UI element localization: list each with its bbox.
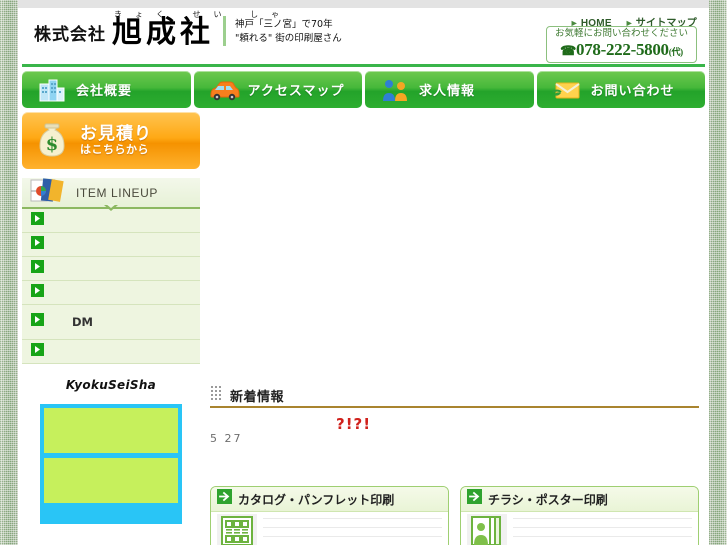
site-header: 株式会社 きょく せい しゃ 旭成社 神戸「三ノ宮」で70年 "頼れる" 街の印… xyxy=(18,8,709,64)
rule-line xyxy=(263,536,442,537)
news-entry-row[interactable]: 5 27 ?!?! xyxy=(210,408,699,454)
nav-item-recruit-label: 求人情報 xyxy=(419,84,476,99)
logo-tagline: 神戸「三ノ宮」で70年 "頼れる" 街の印刷屋さん xyxy=(235,18,342,48)
building-icon xyxy=(36,77,68,103)
green-arrow-icon xyxy=(31,259,44,278)
logo-name: 旭成社 xyxy=(112,15,214,50)
item-lineup-menu: DM xyxy=(22,209,200,364)
phone-suffix: (代) xyxy=(668,46,683,57)
service-card-flyer-body xyxy=(461,512,698,545)
sidebar: $ お見積り はこちらから ITEM LINEUP DM KyokuSeiSha xyxy=(22,112,200,545)
hero-banner-placeholder xyxy=(204,112,705,384)
rule-line xyxy=(513,527,692,528)
news-section-header: 新着情報 xyxy=(210,384,699,408)
rule-line xyxy=(513,518,692,519)
news-section-title: 新着情報 xyxy=(230,389,285,405)
left-texture-strip xyxy=(0,0,18,545)
menu-item-2[interactable] xyxy=(22,233,200,257)
phone-box[interactable]: お気軽にお問い合わせください ☎078-222-5800(代) xyxy=(545,26,697,64)
promo-band-2 xyxy=(44,458,178,503)
service-card-catalog-header: カタログ・パンフレット印刷 xyxy=(211,487,448,512)
dot-grid-icon xyxy=(210,385,224,406)
tagline-line-2: "頼れる" 街の印刷屋さん xyxy=(235,33,342,45)
money-bag-icon: $ xyxy=(30,116,74,165)
phone-lead: お気軽にお問い合わせください xyxy=(554,28,688,39)
quote-banner-line-2: はこちらから xyxy=(80,142,149,156)
service-card-catalog-lines xyxy=(263,518,442,545)
nav-item-access-map[interactable]: アクセスマップ xyxy=(193,71,362,108)
documents-icon xyxy=(28,176,68,209)
service-card-flyer[interactable]: チラシ・ポスター印刷 xyxy=(460,486,699,545)
telephone-icon: ☎ xyxy=(560,42,577,58)
logo-name-block: きょく せい しゃ 旭成社 xyxy=(112,10,279,50)
car-icon xyxy=(208,77,240,103)
green-arrow-icon xyxy=(31,342,44,361)
quote-request-banner[interactable]: $ お見積り はこちらから xyxy=(22,112,200,169)
svg-text:$: $ xyxy=(46,134,59,155)
menu-item-3[interactable] xyxy=(22,257,200,281)
tagline-line-1: 神戸「三ノ宮」で70年 xyxy=(235,19,333,31)
lineup-notch-inner xyxy=(106,204,116,208)
envelope-icon xyxy=(551,77,583,103)
page-root: 株式会社 きょく せい しゃ 旭成社 神戸「三ノ宮」で70年 "頼れる" 街の印… xyxy=(0,0,727,545)
service-card-flyer-header: チラシ・ポスター印刷 xyxy=(461,487,698,512)
green-arrow-icon xyxy=(31,235,44,254)
menu-item-4[interactable] xyxy=(22,281,200,305)
right-texture-strip xyxy=(709,0,727,545)
catalog-grid-thumb xyxy=(217,514,257,545)
people-icon xyxy=(379,77,411,103)
news-entry-date: 5 27 xyxy=(210,432,243,445)
nav-item-contact[interactable]: お問い合わせ xyxy=(536,71,705,108)
logo-divider xyxy=(223,16,226,46)
service-card-catalog-label: カタログ・パンフレット印刷 xyxy=(238,492,395,507)
phone-number: 078-222-5800 xyxy=(576,39,669,59)
main-column: 新着情報 5 27 ?!?! カタログ・パンフレット印刷 チラシ・ポスター印刷 xyxy=(204,112,705,545)
rule-line xyxy=(513,536,692,537)
promo-band-1 xyxy=(44,408,178,453)
item-lineup-header: ITEM LINEUP xyxy=(22,176,200,211)
news-entry-text: ?!?! xyxy=(336,415,372,433)
person-poster-thumb xyxy=(467,514,507,545)
nav-item-access-map-label: アクセスマップ xyxy=(247,84,345,99)
rule-line xyxy=(263,527,442,528)
rule-line xyxy=(263,518,442,519)
green-arrow-icon xyxy=(31,211,44,230)
green-arrow-icon xyxy=(31,313,44,331)
quote-banner-text: お見積り はこちらから xyxy=(80,123,152,156)
nav-item-company[interactable]: 会社概要 xyxy=(22,71,191,108)
sidebar-promo-box[interactable] xyxy=(40,404,182,524)
nav-item-contact-label: お問い合わせ xyxy=(590,84,675,99)
service-card-flyer-lines xyxy=(513,518,692,545)
service-card-catalog-body xyxy=(211,512,448,545)
item-lineup-label: ITEM LINEUP xyxy=(76,185,158,200)
arrow-box-icon xyxy=(467,489,482,509)
logo-furigana: きょく せい しゃ xyxy=(114,10,293,19)
menu-item-dm-label: DM xyxy=(72,315,93,329)
menu-item-dm[interactable]: DM xyxy=(22,305,200,340)
green-arrow-icon xyxy=(31,283,44,302)
menu-item-6[interactable] xyxy=(22,340,200,364)
header-green-rule xyxy=(22,64,705,67)
sidebar-brandmark: KyokuSeiSha xyxy=(65,378,157,392)
primary-nav: 会社概要 アクセスマップ 求人情報 お問い合わせ xyxy=(22,71,705,108)
nav-item-recruit[interactable]: 求人情報 xyxy=(365,71,534,108)
page-content: 株式会社 きょく せい しゃ 旭成社 神戸「三ノ宮」で70年 "頼れる" 街の印… xyxy=(18,8,709,545)
quote-banner-line-1: お見積り xyxy=(80,123,152,144)
site-logo[interactable]: 株式会社 きょく せい しゃ 旭成社 神戸「三ノ宮」で70年 "頼れる" 街の印… xyxy=(34,10,342,50)
nav-item-company-label: 会社概要 xyxy=(76,84,133,99)
top-grey-bar xyxy=(0,0,727,8)
menu-item-1[interactable] xyxy=(22,209,200,233)
phone-number-row: ☎078-222-5800(代) xyxy=(555,40,688,60)
service-card-catalog[interactable]: カタログ・パンフレット印刷 xyxy=(210,486,449,545)
service-card-flyer-label: チラシ・ポスター印刷 xyxy=(488,492,608,507)
arrow-box-icon xyxy=(217,489,232,509)
logo-prefix: 株式会社 xyxy=(34,25,106,45)
service-card-list: カタログ・パンフレット印刷 チラシ・ポスター印刷 xyxy=(210,486,699,545)
